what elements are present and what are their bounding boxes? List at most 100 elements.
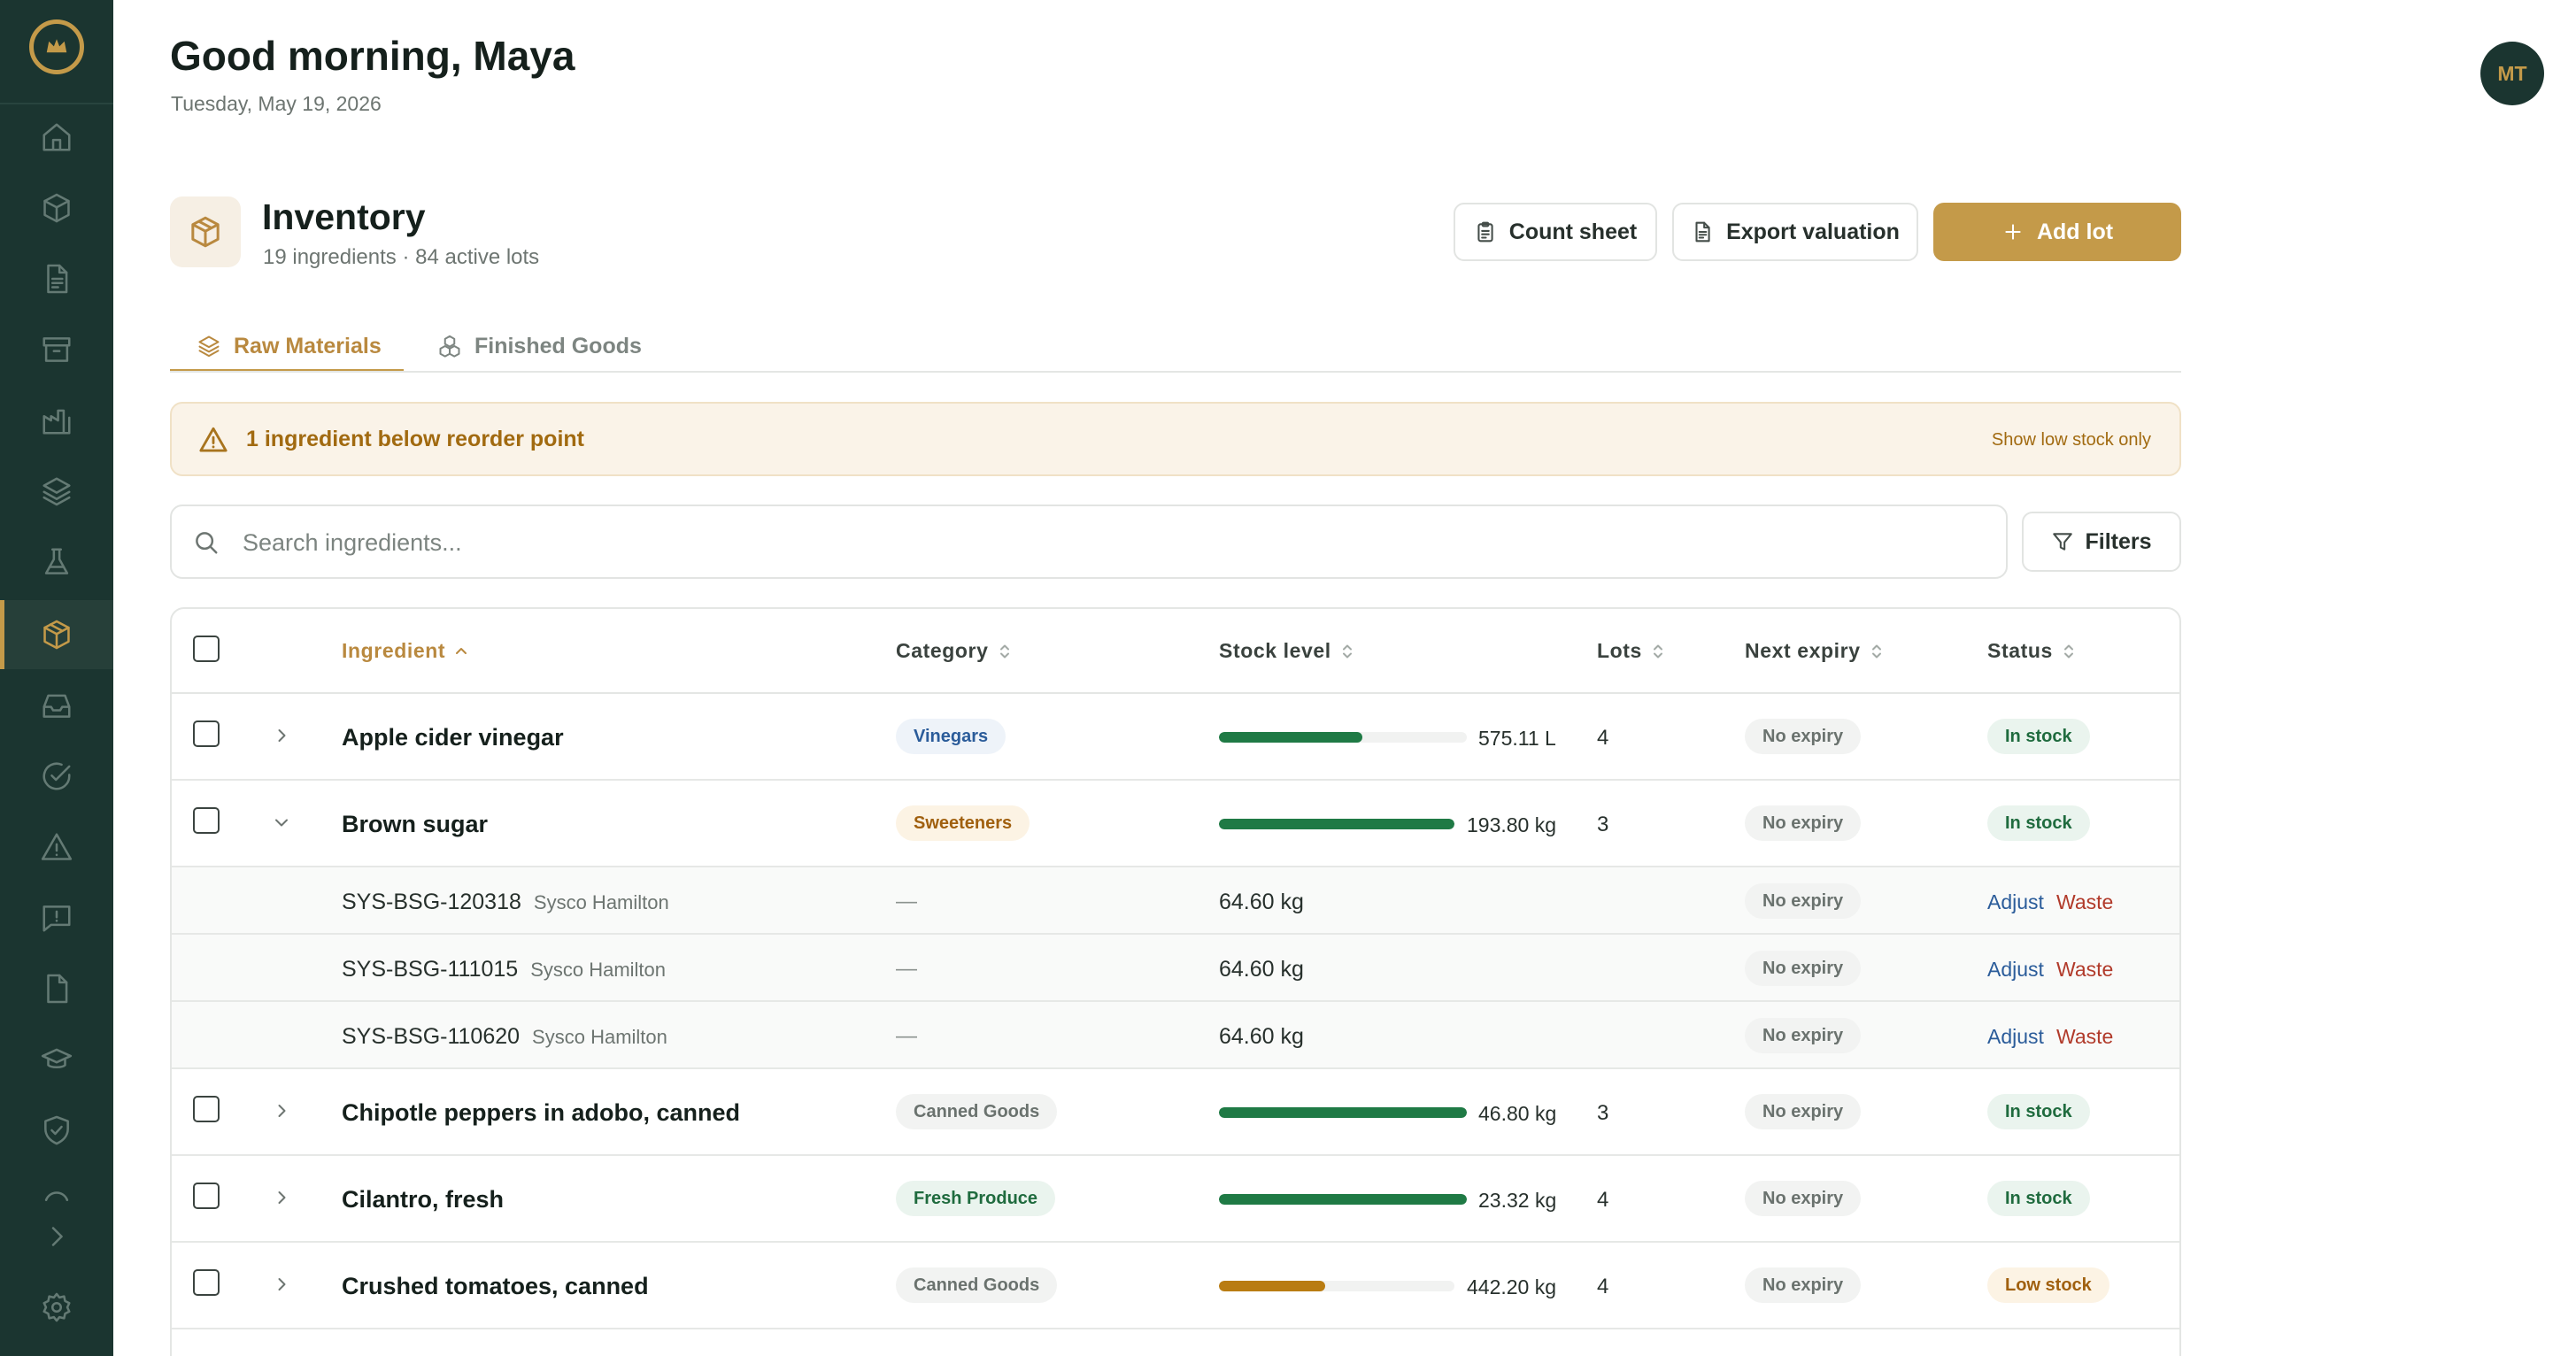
greeting-title: Good morning, Maya (170, 33, 575, 79)
archive-icon[interactable] (0, 315, 113, 384)
expiry-badge: No expiry (1745, 1018, 1862, 1053)
row-checkbox[interactable] (193, 1269, 220, 1296)
stock-bar (1219, 1281, 1454, 1291)
add-lot-button[interactable]: Add lot (1933, 203, 2181, 261)
column-header-ingredient[interactable]: Ingredient (342, 639, 468, 663)
adjust-link[interactable]: Adjust (1987, 1025, 2044, 1049)
chevron-right-icon[interactable] (271, 1274, 292, 1295)
count-sheet-button[interactable]: Count sheet (1454, 203, 1657, 261)
chevron-right-icon[interactable] (0, 1206, 113, 1267)
chevron-right-icon[interactable] (271, 1100, 292, 1121)
package-icon[interactable] (0, 600, 113, 669)
tabs-divider (170, 371, 2181, 373)
row-checkbox[interactable] (193, 807, 220, 834)
logo-crown-icon[interactable] (29, 19, 84, 74)
ingredient-name[interactable]: Cilantro, fresh (342, 1186, 504, 1213)
expiry-badge: No expiry (1745, 1181, 1862, 1216)
lot-row: SYS-BSG-110620 Sysco Hamilton — 64.60 kg … (172, 1002, 2179, 1069)
adjust-link[interactable]: Adjust (1987, 958, 2044, 982)
file-text-icon (1695, 221, 1710, 243)
lot-code: SYS-BSG-111015 (342, 957, 519, 982)
column-header-status[interactable]: Status (1987, 639, 2076, 663)
plus-icon (2005, 224, 2021, 240)
category-badge: Fresh Produce (896, 1181, 1056, 1216)
lots-count: 4 (1597, 1188, 1609, 1212)
inbox-icon[interactable] (0, 671, 113, 740)
gear-icon[interactable] (0, 1267, 113, 1347)
sort-icon (1342, 644, 1352, 658)
warning-icon[interactable] (0, 813, 113, 882)
lot-quantity: 64.60 kg (1219, 890, 1304, 914)
flask-icon[interactable] (0, 528, 113, 597)
column-header-category[interactable]: Category (896, 639, 1012, 663)
status-badge: In stock (1987, 1094, 2090, 1129)
table-row[interactable]: Chipotle peppers in adobo, canned Canned… (172, 1069, 2179, 1156)
table-row[interactable]: Apple cider vinegar Vinegars 575.11 L 4 … (172, 694, 2179, 781)
category-badge: Canned Goods (896, 1267, 1058, 1303)
layers-icon[interactable] (0, 457, 113, 526)
filters-button[interactable]: Filters (2022, 512, 2181, 572)
lot-id: SYS-BSG-120318 Sysco Hamilton (342, 890, 669, 915)
avatar[interactable]: MT (2480, 42, 2544, 105)
tab-finished-goods[interactable]: Finished Goods (437, 320, 642, 372)
export-valuation-button[interactable]: Export valuation (1672, 203, 1918, 261)
expiry-badge: No expiry (1745, 1094, 1862, 1129)
home-icon[interactable] (0, 103, 113, 172)
tab-raw-materials[interactable]: Raw Materials (197, 320, 382, 372)
stock-bar-fill (1219, 1107, 1467, 1118)
column-header-next-expiry[interactable]: Next expiry (1745, 639, 1884, 663)
search-input[interactable] (243, 520, 1978, 565)
ingredient-name[interactable]: Brown sugar (342, 811, 488, 838)
sort-icon (2063, 644, 2073, 658)
sort-ascending-icon (456, 647, 467, 654)
sort-icon (999, 644, 1009, 658)
chevron-down-icon[interactable] (271, 812, 292, 833)
search-icon (196, 532, 218, 554)
file-icon[interactable] (0, 954, 113, 1023)
low-stock-alert: 1 ingredient below reorder point Show lo… (170, 402, 2181, 476)
expiry-badge: No expiry (1745, 1267, 1862, 1303)
waste-link[interactable]: Waste (2056, 958, 2113, 982)
row-checkbox[interactable] (193, 720, 220, 747)
alert-message: 1 ingredient below reorder point (246, 427, 584, 451)
ingredient-name[interactable]: Apple cider vinegar (342, 724, 564, 751)
lot-supplier: Sysco Hamilton (533, 891, 669, 913)
chevron-right-icon[interactable] (271, 725, 292, 746)
column-header-lots[interactable]: Lots (1597, 639, 1665, 663)
graduation-cap-icon[interactable] (0, 1025, 113, 1094)
category-badge: Sweeteners (896, 805, 1030, 841)
waste-link[interactable]: Waste (2056, 1025, 2113, 1049)
ingredient-name[interactable]: Chipotle peppers in adobo, canned (342, 1099, 740, 1127)
filters-label: Filters (2085, 528, 2152, 554)
ingredient-name[interactable]: Crushed tomatoes, canned (342, 1273, 649, 1300)
category-badge: Canned Goods (896, 1094, 1058, 1129)
export-valuation-label: Export valuation (1726, 219, 1900, 244)
table-row[interactable]: Cilantro, fresh Fresh Produce 23.32 kg 4… (172, 1156, 2179, 1243)
select-all-checkbox[interactable] (193, 636, 220, 662)
factory-icon[interactable] (0, 386, 113, 455)
row-checkbox[interactable] (193, 1183, 220, 1209)
lot-supplier: Sysco Hamilton (530, 959, 667, 981)
current-date: Tuesday, May 19, 2026 (171, 92, 382, 115)
table-row[interactable]: Brown sugar Sweeteners 193.80 kg 3 No ex… (172, 781, 2179, 867)
document-icon[interactable] (0, 244, 113, 313)
expiry-badge: No expiry (1745, 719, 1862, 754)
table-row[interactable]: Crushed tomatoes, canned Canned Goods 44… (172, 1243, 2179, 1329)
chevron-right-icon[interactable] (271, 1187, 292, 1208)
column-stock-level-label: Stock level (1219, 639, 1331, 662)
lot-id: SYS-BSG-110620 Sysco Hamilton (342, 1024, 667, 1050)
table-row[interactable] (172, 1329, 2179, 1356)
show-low-stock-link[interactable]: Show low stock only (1992, 430, 2151, 451)
column-header-stock-level[interactable]: Stock level (1219, 639, 1354, 663)
adjust-link[interactable]: Adjust (1987, 890, 2044, 914)
waste-link[interactable]: Waste (2056, 890, 2113, 914)
stock-quantity: 193.80 kg (1467, 813, 1557, 836)
lot-code: SYS-BSG-110620 (342, 1024, 521, 1049)
message-alert-icon[interactable] (0, 883, 113, 952)
check-circle-icon[interactable] (0, 742, 113, 811)
lot-row: SYS-BSG-111015 Sysco Hamilton — 64.60 kg … (172, 935, 2179, 1002)
shield-check-icon[interactable] (0, 1096, 113, 1165)
row-checkbox[interactable] (193, 1096, 220, 1122)
stock-bar (1219, 1194, 1467, 1205)
box-icon[interactable] (0, 173, 113, 243)
